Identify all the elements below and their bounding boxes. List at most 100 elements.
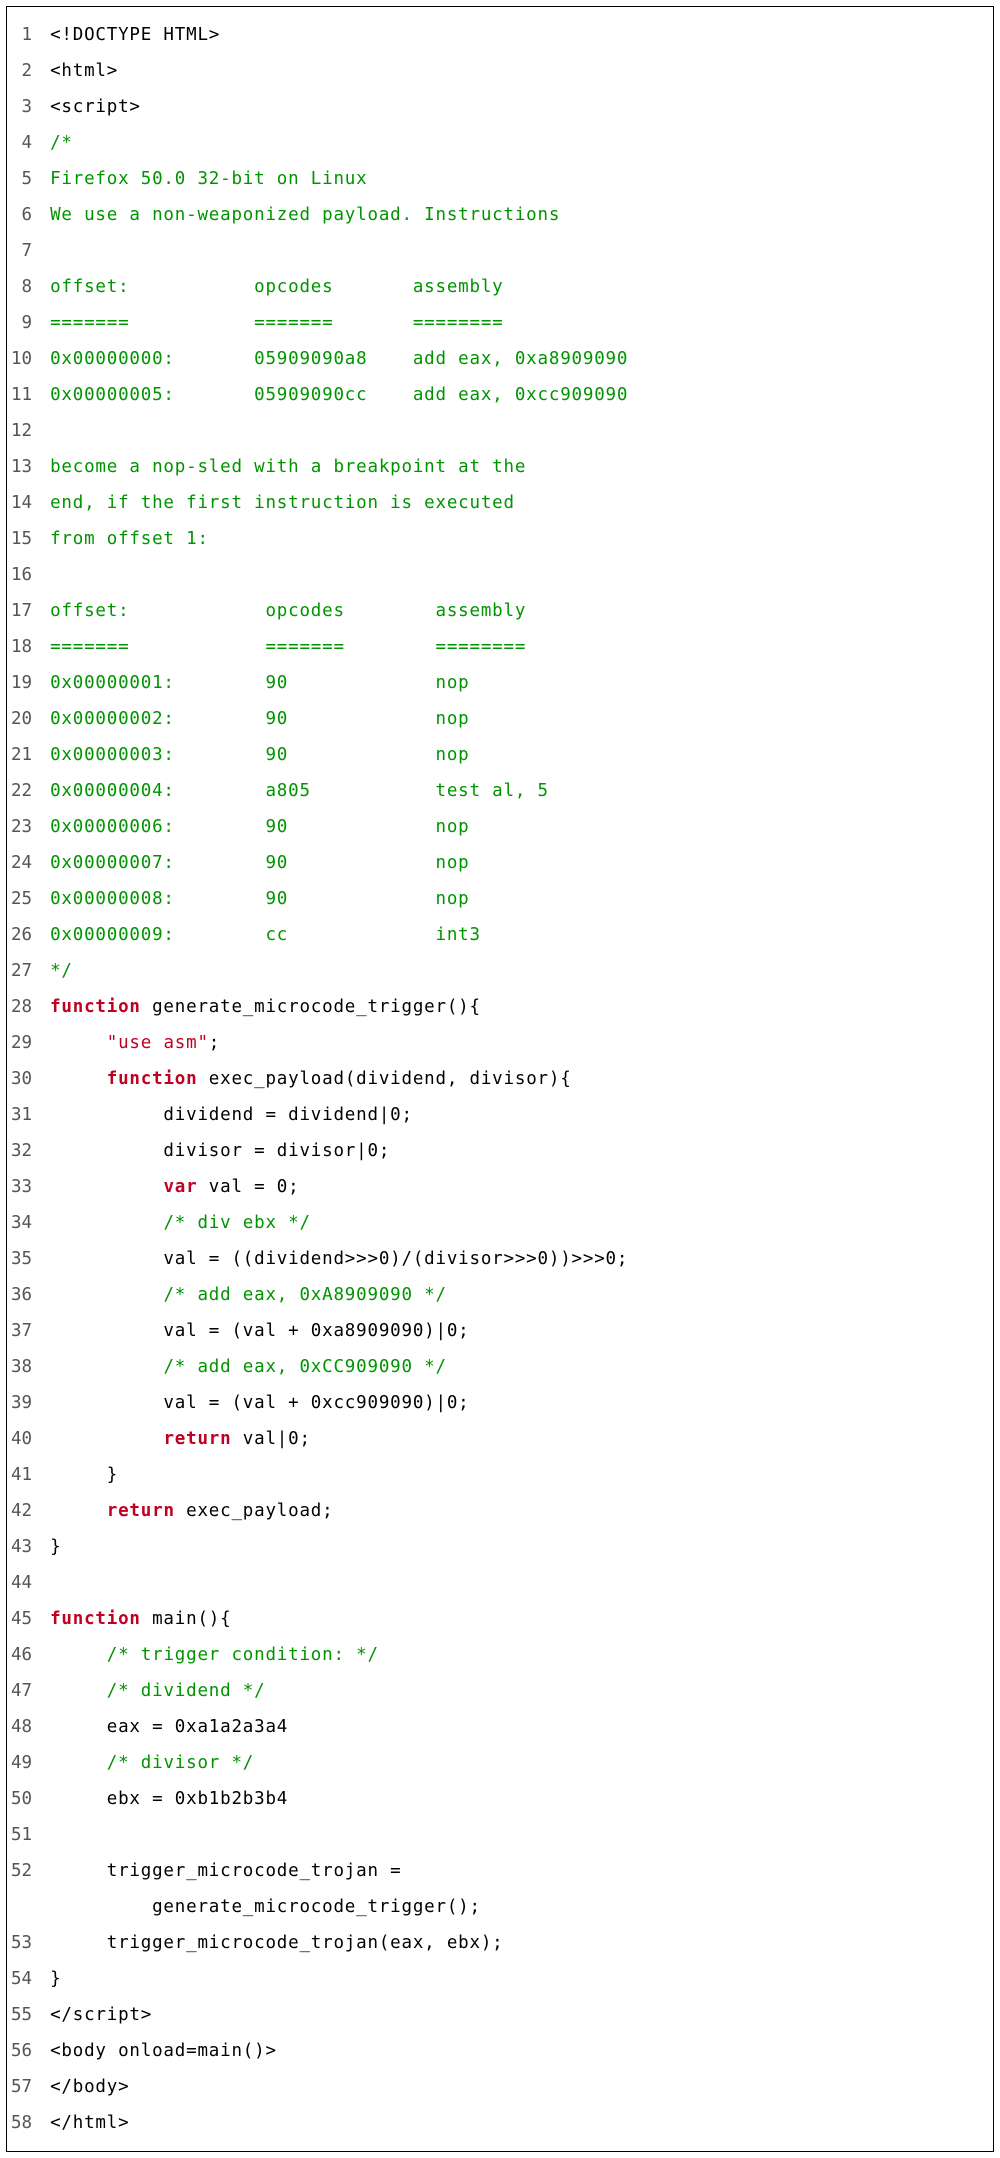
code-line: /* trigger condition: */ xyxy=(50,1637,985,1673)
code-text: val = ((dividend>>>0)/(divisor>>>0))>>>0… xyxy=(50,1249,628,1269)
keyword-text: var xyxy=(163,1177,197,1197)
code-line: var val = 0; xyxy=(50,1169,985,1205)
line-number: 43 xyxy=(11,1529,32,1565)
code-text xyxy=(50,1213,163,1233)
code-line: <body onload=main()> xyxy=(50,2033,985,2069)
line-number: 26 xyxy=(11,917,32,953)
code-text: val = 0; xyxy=(197,1177,299,1197)
comment-text: Firefox 50.0 32-bit on Linux xyxy=(50,169,367,189)
keyword-text: function xyxy=(50,1609,141,1629)
line-number: 44 xyxy=(11,1565,32,1601)
code-line: /* div ebx */ xyxy=(50,1205,985,1241)
comment-text: /* dividend */ xyxy=(107,1681,266,1701)
line-number: 51 xyxy=(11,1817,32,1853)
code-text: ipt> xyxy=(107,2005,152,2025)
code-line: 0x00000004: a805 test al, 5 xyxy=(50,773,985,809)
line-number: 31 xyxy=(11,1097,32,1133)
comment-text: 0x00000005: 05909090cc add eax, 0xcc9090… xyxy=(50,385,628,405)
code-line: 0x00000001: 90 nop xyxy=(50,665,985,701)
comment-text: 0x00000008: 90 nop xyxy=(50,889,469,909)
code-line: val = (val + 0xcc909090)|0; xyxy=(50,1385,985,1421)
code-text: <script> xyxy=(50,97,141,117)
code-line: </body> xyxy=(50,2069,985,2105)
code-listing: 1234567891011121314151617181920212223242… xyxy=(6,6,994,2152)
line-number: 46 xyxy=(11,1637,32,1673)
code-line: 0x00000000: 05909090a8 add eax, 0xa89090… xyxy=(50,341,985,377)
code-line: /* add eax, 0xA8909090 */ xyxy=(50,1277,985,1313)
code-line: function exec_payload(dividend, divisor)… xyxy=(50,1061,985,1097)
line-number: 37 xyxy=(11,1313,32,1349)
code-line: function generate_microcode_trigger(){ xyxy=(50,989,985,1025)
code-line: <html> xyxy=(50,53,985,89)
code-line: 0x00000005: 05909090cc add eax, 0xcc9090… xyxy=(50,377,985,413)
comment-text: /* divisor */ xyxy=(107,1753,254,1773)
line-number xyxy=(11,1889,32,1925)
code-line: trigger_microcode_trojan = xyxy=(50,1853,985,1889)
comment-text: 0x00000006: 90 nop xyxy=(50,817,469,837)
comment-text: */ xyxy=(50,961,73,981)
line-number: 56 xyxy=(11,2033,32,2069)
code-line: 0x00000009: cc int3 xyxy=(50,917,985,953)
code-line: } xyxy=(50,1961,985,1997)
code-text: generate_microcode_trigger(); xyxy=(50,1897,481,1917)
comment-text: We use a non-weaponized payload. Instruc… xyxy=(50,205,560,225)
code-text xyxy=(50,1033,107,1053)
code-text: <body onload=main()> xyxy=(50,2041,277,2061)
code-text: </html> xyxy=(50,2113,129,2133)
line-number: 48 xyxy=(11,1709,32,1745)
comment-text: /* xyxy=(50,133,73,153)
line-number: 15 xyxy=(11,521,32,557)
code-line: trigger_microcode_trojan(eax, ebx); xyxy=(50,1925,985,1961)
code-text xyxy=(50,1357,163,1377)
keyword-text: return xyxy=(107,1501,175,1521)
code-line: ======= ======= ======== xyxy=(50,305,985,341)
code-text: } xyxy=(50,1969,61,1989)
comment-text: offset: opcodes assembly xyxy=(50,277,503,297)
line-number: 9 xyxy=(11,305,32,341)
comment-text: ======= ======= ======== xyxy=(50,637,526,657)
line-number: 16 xyxy=(11,557,32,593)
line-number: 52 xyxy=(11,1853,32,1889)
code-line: <!DOCTYPE HTML> xyxy=(50,17,985,53)
code-line: </script> xyxy=(50,1997,985,2033)
code-text xyxy=(50,1753,107,1773)
line-number: 22 xyxy=(11,773,32,809)
code-line: from offset 1: xyxy=(50,521,985,557)
line-number: 45 xyxy=(11,1601,32,1637)
code-line: </html> xyxy=(50,2105,985,2141)
line-number: 18 xyxy=(11,629,32,665)
code-text: trigger_microcode_trojan = xyxy=(50,1861,401,1881)
line-number: 12 xyxy=(11,413,32,449)
code-text: divisor = divisor|0; xyxy=(50,1141,390,1161)
comment-text: /* trigger condition: */ xyxy=(107,1645,379,1665)
code-text: main(){ xyxy=(141,1609,232,1629)
line-number: 23 xyxy=(11,809,32,845)
line-number: 6 xyxy=(11,197,32,233)
code-text: val = (val + 0xcc909090)|0; xyxy=(50,1393,469,1413)
line-number: 58 xyxy=(11,2105,32,2141)
code-text: } xyxy=(50,1465,118,1485)
code-line: } xyxy=(50,1457,985,1493)
line-number: 1 xyxy=(11,17,32,53)
code-text: </body> xyxy=(50,2077,129,2097)
code-line: ======= ======= ======== xyxy=(50,629,985,665)
code-line: become a nop-sled with a breakpoint at t… xyxy=(50,449,985,485)
code-line: generate_microcode_trigger(); xyxy=(50,1889,985,1925)
comment-text: 0x00000003: 90 nop xyxy=(50,745,469,765)
code-line: /* dividend */ xyxy=(50,1673,985,1709)
comment-text: from offset 1: xyxy=(50,529,209,549)
string-text: "use asm" xyxy=(107,1033,209,1053)
code-text xyxy=(50,1285,163,1305)
code-line: 0x00000007: 90 nop xyxy=(50,845,985,881)
code-text: trigger_microcode_trojan(eax, ebx); xyxy=(50,1933,503,1953)
comment-text: ======= ======= ======== xyxy=(50,313,503,333)
code-text: dividend = dividend|0; xyxy=(50,1105,413,1125)
code-line: ebx = 0xb1b2b3b4 xyxy=(50,1781,985,1817)
code-line xyxy=(50,413,985,449)
line-number: 36 xyxy=(11,1277,32,1313)
code-text: <!DOCTYPE HTML> xyxy=(50,25,220,45)
line-number: 25 xyxy=(11,881,32,917)
code-line: val = (val + 0xa8909090)|0; xyxy=(50,1313,985,1349)
code-line: /* add eax, 0xCC909090 */ xyxy=(50,1349,985,1385)
code-line: val = ((dividend>>>0)/(divisor>>>0))>>>0… xyxy=(50,1241,985,1277)
